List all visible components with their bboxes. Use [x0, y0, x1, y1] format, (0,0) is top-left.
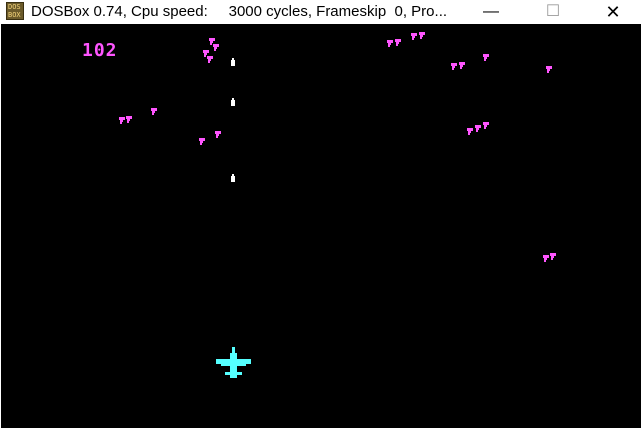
maximize-button[interactable]: ☐ [530, 0, 576, 24]
enemy-sprite [419, 32, 425, 39]
player-jet [216, 347, 251, 378]
enemy-sprite [451, 63, 457, 70]
enemy-sprite [550, 253, 556, 260]
enemy-sprite [119, 117, 125, 124]
icon-text-top: DOS [8, 3, 21, 11]
enemy-sprite [411, 33, 417, 40]
bullet-sprite [231, 98, 235, 106]
enemy-sprite [459, 62, 465, 69]
enemy-sprite [475, 125, 481, 132]
bullet-sprite [231, 174, 235, 182]
enemy-sprite [483, 122, 489, 129]
minimize-button[interactable]: — [468, 0, 514, 24]
enemy-sprite [215, 131, 221, 138]
enemy-sprite [395, 39, 401, 46]
enemy-sprite [207, 56, 213, 63]
enemy-sprite [203, 50, 209, 57]
window-titlebar: DOS BOX DOSBox 0.74, Cpu speed: 3000 cyc… [0, 0, 642, 24]
enemy-sprite [126, 116, 132, 123]
enemy-sprite [209, 38, 215, 45]
bullet-sprite [231, 58, 235, 66]
enemy-sprite [543, 255, 549, 262]
enemy-sprite [213, 44, 219, 51]
dosbox-icon[interactable]: DOS BOX [6, 2, 24, 20]
enemy-sprite [151, 108, 157, 115]
enemy-sprite [387, 40, 393, 47]
window-title: DOSBox 0.74, Cpu speed: 3000 cycles, Fra… [31, 3, 448, 20]
enemy-sprite [199, 138, 205, 145]
game-screen[interactable]: 102 [1, 24, 641, 428]
enemy-sprite [546, 66, 552, 73]
icon-text-bottom: BOX [8, 11, 21, 19]
close-button[interactable]: ✕ [590, 0, 636, 24]
enemy-sprite [483, 54, 489, 61]
game-layer [119, 32, 556, 378]
enemy-sprite [467, 128, 473, 135]
